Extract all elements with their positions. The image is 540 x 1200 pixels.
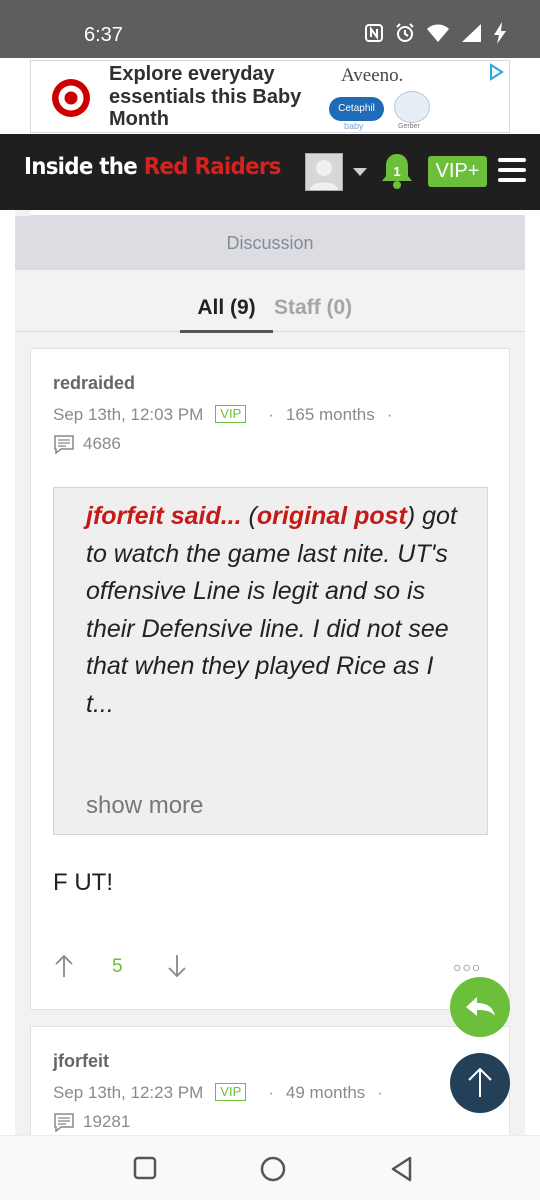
ad-baby-label: baby bbox=[344, 121, 364, 131]
post-tenure: 165 months bbox=[285, 405, 375, 424]
notification-count: 1 bbox=[393, 164, 401, 179]
post-body: F UT! bbox=[53, 869, 113, 896]
post-card: redraided Sep 13th, 12:03 PM VIP · 165 mont… bbox=[30, 348, 510, 1010]
back-icon[interactable] bbox=[390, 1156, 414, 1182]
vote-count: 5 bbox=[112, 956, 123, 977]
avatar-user-icon bbox=[310, 160, 338, 190]
ad-gerber-logo bbox=[394, 91, 430, 123]
post-author[interactable]: redraided bbox=[53, 373, 135, 394]
site-title[interactable]: Inside the Red Raiders bbox=[24, 154, 281, 180]
post-tenure: 49 months bbox=[285, 1083, 366, 1102]
discussion-heading: Discussion bbox=[15, 216, 525, 270]
target-logo-icon bbox=[52, 79, 90, 117]
original-post-link[interactable]: original post bbox=[257, 502, 407, 530]
signal-icon bbox=[462, 24, 481, 42]
quote-body: got to watch the game last nite. UT's of… bbox=[86, 502, 457, 718]
ad-brand-cetaphil: Cetaphil bbox=[329, 97, 384, 121]
show-more-link[interactable]: show more bbox=[86, 792, 203, 820]
site-title-white: Inside the bbox=[24, 154, 138, 180]
tab-staff[interactable]: Staff (0) bbox=[274, 296, 352, 320]
ad-gerber-label: Gerber bbox=[398, 123, 420, 130]
reply-button[interactable] bbox=[450, 977, 510, 1037]
post-date: Sep 13th, 12:23 PM bbox=[53, 1083, 204, 1102]
vip-button[interactable]: VIP+ bbox=[428, 156, 487, 187]
tab-all[interactable]: All (9) bbox=[180, 296, 273, 333]
charging-icon bbox=[494, 22, 506, 44]
vip-badge: VIP bbox=[215, 1083, 247, 1101]
post-card: jforfeit Sep 13th, 12:23 PM VIP · 49 months… bbox=[30, 1026, 510, 1136]
alarm-icon bbox=[396, 23, 414, 42]
ad-text: Explore everyday essentials this Baby Mo… bbox=[109, 63, 302, 130]
wifi-icon bbox=[427, 24, 449, 42]
separator-dot: · bbox=[386, 405, 393, 424]
avatar[interactable] bbox=[305, 153, 343, 191]
separator-dot: · bbox=[268, 405, 274, 424]
post-count: 4686 bbox=[83, 434, 121, 453]
quote-paren-close: ) bbox=[406, 502, 416, 530]
ad-banner[interactable]: Explore everyday essentials this Baby Mo… bbox=[30, 60, 510, 133]
post-meta: Sep 13th, 12:03 PM VIP · 165 months · bbox=[53, 405, 404, 425]
quote-text: jforfeit said... (original post) got to … bbox=[86, 498, 466, 723]
more-options-icon[interactable]: ○○○ bbox=[453, 959, 481, 975]
downvote-arrow-icon[interactable] bbox=[166, 953, 188, 979]
android-nav-bar bbox=[0, 1135, 540, 1200]
post-count: 19281 bbox=[83, 1112, 131, 1131]
posts-icon bbox=[54, 435, 74, 454]
post-count-row: 4686 bbox=[53, 434, 121, 454]
upvote-arrow-icon[interactable] bbox=[53, 953, 75, 979]
discussion-tabs: All (9) Staff (0) bbox=[15, 270, 525, 333]
status-time: 6:37 bbox=[84, 24, 123, 46]
chevron-down-icon[interactable] bbox=[353, 168, 367, 176]
vip-badge: VIP bbox=[215, 405, 247, 423]
separator-dot: · bbox=[268, 1083, 274, 1102]
post-author[interactable]: jforfeit bbox=[53, 1051, 109, 1072]
nfc-icon bbox=[365, 24, 383, 42]
post-meta: Sep 13th, 12:23 PM VIP · 49 months · bbox=[53, 1083, 395, 1103]
post-date: Sep 13th, 12:03 PM bbox=[53, 405, 204, 424]
ad-choices-icon[interactable] bbox=[487, 63, 505, 81]
status-icons bbox=[364, 22, 508, 44]
quote-author[interactable]: jforfeit said... bbox=[86, 502, 242, 530]
separator-dot: · bbox=[377, 1083, 383, 1102]
post-count-row: 19281 bbox=[53, 1112, 130, 1132]
status-bar: 6:37 bbox=[0, 0, 540, 58]
quote-paren-open: ( bbox=[241, 502, 257, 530]
hamburger-menu-icon[interactable] bbox=[498, 158, 526, 182]
arrow-up-icon bbox=[468, 1067, 492, 1097]
reply-icon bbox=[466, 997, 495, 1016]
site-title-red: Red Raiders bbox=[143, 154, 282, 180]
home-icon[interactable] bbox=[260, 1156, 286, 1182]
ad-brand-aveeno: Aveeno. bbox=[341, 65, 404, 86]
recents-icon[interactable] bbox=[133, 1156, 157, 1180]
quote-block: jforfeit said... (original post) got to … bbox=[53, 487, 488, 835]
posts-icon bbox=[54, 1113, 74, 1132]
scroll-to-top-button[interactable] bbox=[450, 1053, 510, 1113]
